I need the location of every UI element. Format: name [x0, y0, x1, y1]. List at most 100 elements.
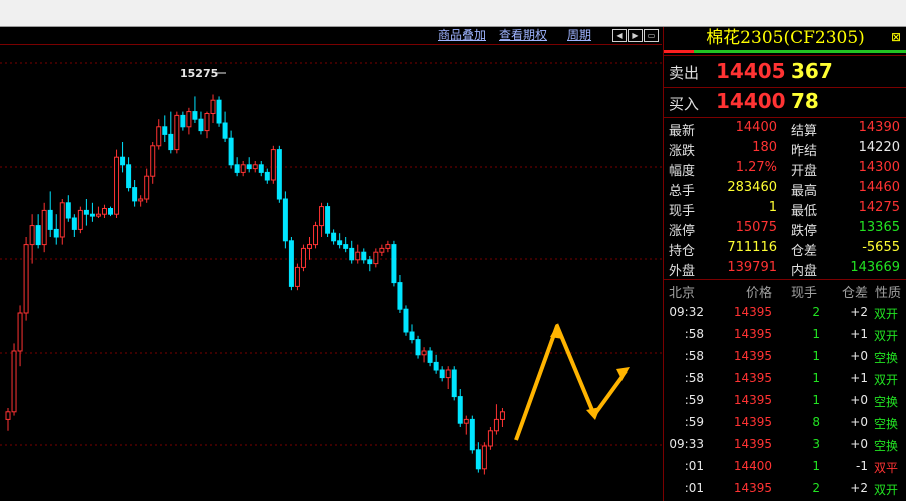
candle-body	[493, 418, 499, 432]
trade-time: 09:32	[669, 305, 704, 319]
stat-value: 1	[768, 200, 777, 215]
stat-label: 持仓	[669, 244, 696, 259]
candle-body	[162, 126, 168, 135]
col-time: 北京	[669, 286, 696, 301]
candle-body	[487, 430, 493, 447]
candle-body	[307, 244, 312, 249]
trade-price: 14400	[733, 459, 772, 473]
candle-body	[246, 164, 252, 170]
candle-body	[499, 411, 505, 420]
stat-label: 仓差	[791, 244, 818, 259]
trade-time: :58	[684, 349, 704, 363]
col-diff: 仓差	[842, 286, 869, 301]
sell-label: 卖出	[669, 64, 700, 82]
trade-time: :58	[684, 371, 704, 385]
window-icon[interactable]: ▭	[644, 29, 659, 42]
stat-value: 283460	[727, 180, 777, 195]
stat-value: 14220	[858, 140, 900, 155]
trade-nature: 双开	[874, 329, 899, 343]
trade-oi-change: -1	[856, 459, 868, 473]
stat-label: 外盘	[669, 264, 696, 279]
stat-label: 总手	[669, 184, 696, 199]
stat-value: 14300	[858, 160, 900, 175]
high-price-label: 15275	[180, 67, 218, 80]
trade-nature: 双开	[874, 307, 899, 321]
candle-body	[144, 175, 150, 200]
candle-body	[29, 225, 35, 246]
candle-body	[403, 308, 409, 333]
candle-body	[240, 164, 246, 173]
trade-volume: 3	[812, 437, 820, 451]
candle-body	[349, 247, 355, 261]
candle-body	[204, 113, 210, 132]
trade-time: :01	[684, 481, 704, 495]
candle-body	[59, 202, 65, 238]
trade-volume: 1	[812, 327, 820, 341]
candle-body	[475, 449, 481, 470]
candle-body	[343, 244, 349, 249]
candle-body	[391, 244, 397, 284]
stat-value: 1.27%	[735, 160, 777, 175]
candle-body	[5, 411, 11, 420]
buy-volume: 78	[791, 89, 819, 113]
trade-oi-change: +0	[850, 437, 868, 451]
candle-body	[276, 149, 282, 200]
scroll-left-icon[interactable]: ◀	[612, 29, 627, 42]
candle-body	[83, 209, 89, 215]
period-link[interactable]: 周期	[567, 27, 591, 43]
trade-time: :59	[684, 393, 704, 407]
candles-group	[5, 94, 505, 475]
stat-label: 最高	[791, 184, 818, 199]
candle-body	[156, 126, 162, 147]
sell-strength-bar	[694, 50, 906, 53]
candle-body	[481, 445, 487, 470]
candle-body	[23, 244, 29, 314]
candle-body	[463, 418, 469, 424]
candle-body	[180, 114, 186, 128]
trade-price: 14395	[733, 327, 772, 341]
candle-body	[415, 339, 421, 356]
buy-label: 买入	[669, 95, 700, 113]
stat-label: 结算	[791, 124, 818, 139]
sell-volume: 367	[791, 59, 833, 83]
trade-nature: 双开	[874, 373, 899, 387]
candle-body	[373, 251, 379, 265]
trade-price: 14395	[733, 415, 772, 429]
stat-label: 内盘	[791, 264, 818, 279]
stat-value: -5655	[862, 240, 900, 255]
close-icon[interactable]: ⊠	[889, 30, 903, 44]
candle-body	[174, 114, 180, 151]
scroll-right-icon[interactable]: ▶	[628, 29, 643, 42]
trade-nature: 空换	[874, 439, 899, 453]
candle-body	[319, 206, 325, 227]
candle-body	[192, 111, 198, 120]
candle-body	[258, 164, 264, 173]
stat-value: 14390	[858, 120, 900, 135]
trade-time: 09:33	[669, 437, 704, 451]
candle-body	[71, 217, 77, 230]
col-nature: 性质	[875, 286, 902, 301]
candle-body	[198, 118, 204, 132]
candle-body	[168, 133, 174, 151]
trade-oi-change: +0	[850, 349, 868, 363]
view-options-link[interactable]: 查看期权	[499, 27, 547, 43]
kline-chart-panel[interactable]: 商品叠加 查看期权 周期 ◀ ▶ ▭ 15275	[0, 27, 662, 501]
candle-body	[439, 369, 445, 379]
candle-body	[114, 156, 120, 215]
candle-body	[331, 232, 337, 242]
candle-body	[451, 369, 457, 398]
trade-price: 14395	[733, 305, 772, 319]
candle-body	[53, 228, 59, 238]
stat-label: 幅度	[669, 164, 696, 179]
sell-price: 14405	[716, 59, 786, 83]
candlestick-chart[interactable]: 15275	[0, 45, 662, 501]
overlay-commodity-link[interactable]: 商品叠加	[438, 27, 486, 43]
candle-body	[457, 396, 463, 424]
trade-price: 14395	[733, 481, 772, 495]
candle-body	[108, 208, 114, 215]
stat-label: 涨跌	[669, 144, 696, 159]
candle-body	[409, 331, 415, 341]
candle-body	[186, 111, 192, 128]
candle-body	[222, 122, 228, 139]
candle-body	[313, 225, 319, 246]
